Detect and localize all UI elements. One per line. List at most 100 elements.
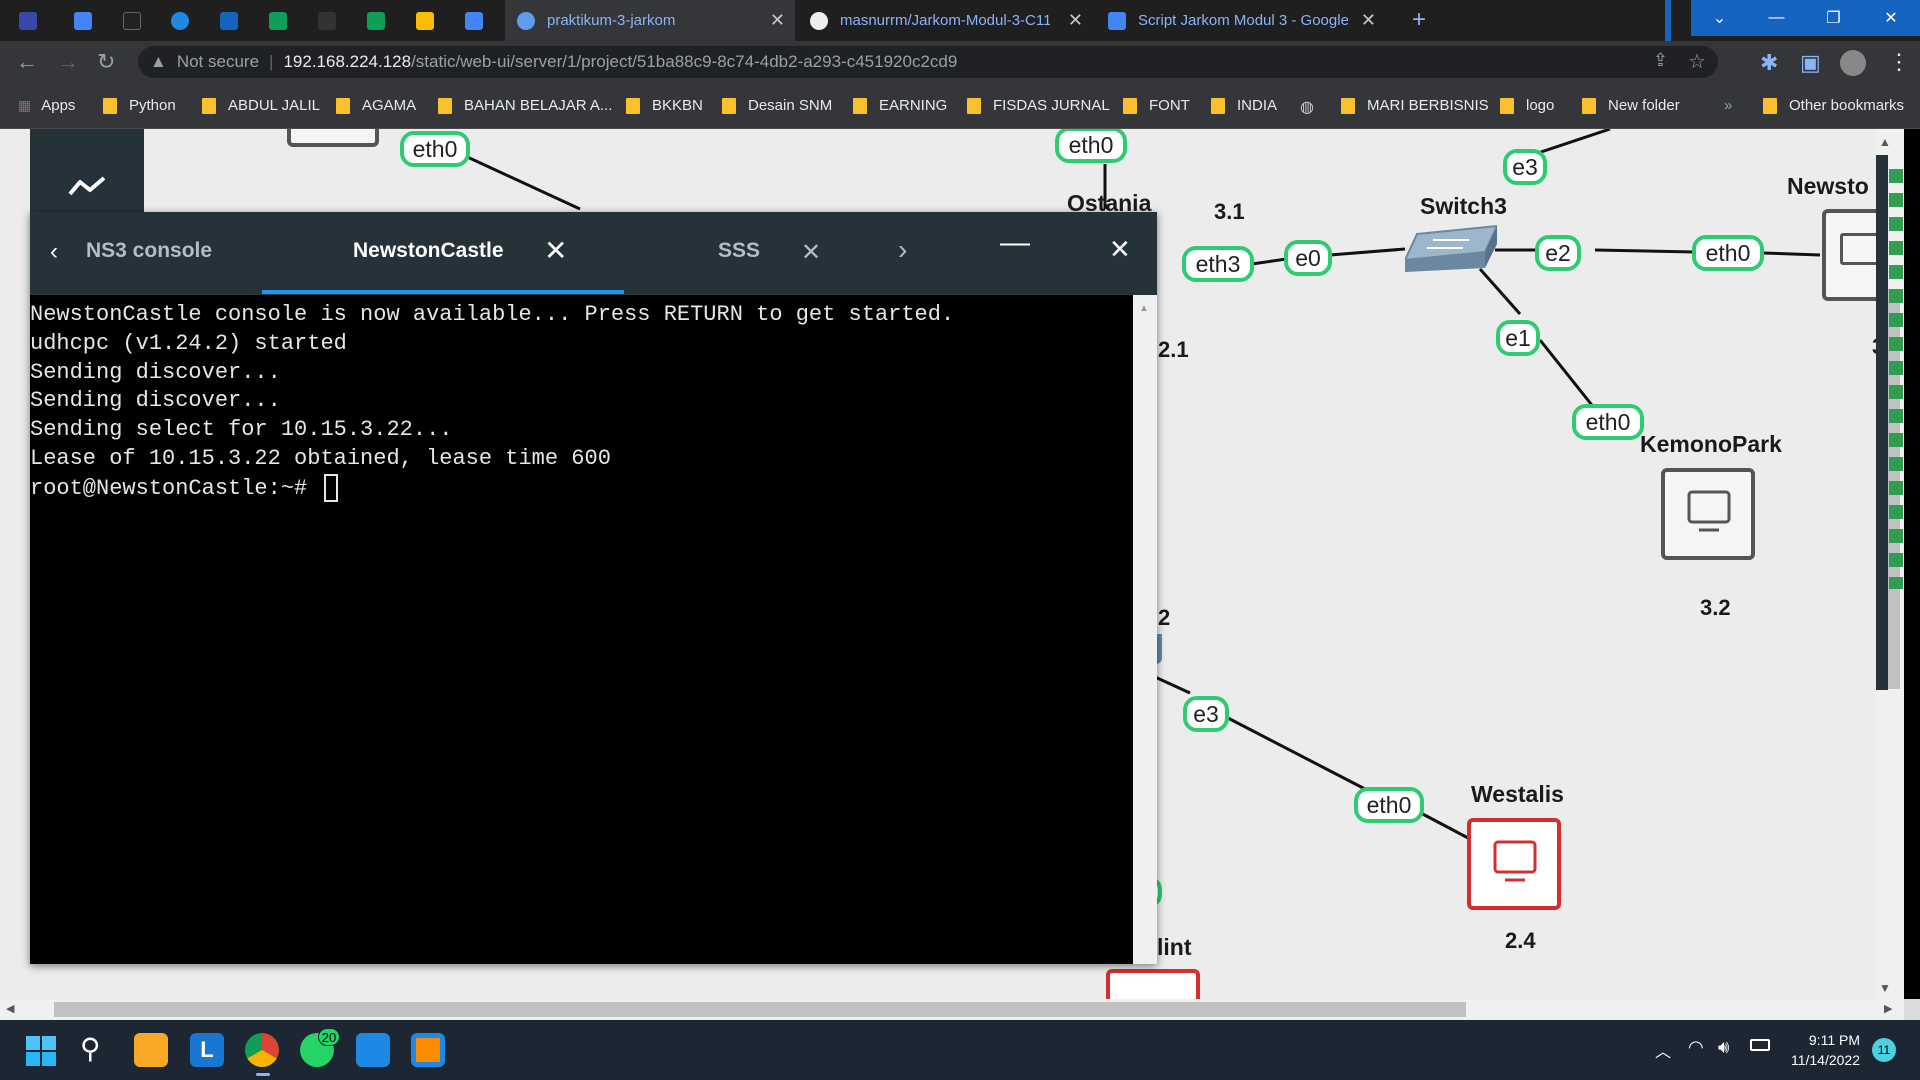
close-icon[interactable]: ✕ bbox=[1068, 10, 1083, 31]
chevron-right-icon[interactable]: › bbox=[898, 234, 907, 266]
bookmark-agama[interactable]: AGAMA bbox=[336, 97, 416, 114]
bookmark-bahan-belajar[interactable]: BAHAN BELAJAR A... bbox=[438, 97, 612, 114]
scrollbar-thumb[interactable] bbox=[54, 1002, 1466, 1017]
tab-github[interactable]: masnurrm/Jarkom-Modul-3-C11 ✕ bbox=[798, 0, 1093, 41]
iface-label[interactable]: eth0 bbox=[1692, 235, 1764, 271]
url-input[interactable]: ▲ Not secure | 192.168.224.128 /static/w… bbox=[138, 46, 1718, 78]
minimize-console-button[interactable]: — bbox=[1000, 226, 1030, 260]
pinned-tab-dots[interactable] bbox=[313, 9, 341, 33]
scroll-right-icon[interactable]: ▶ bbox=[1884, 1002, 1892, 1015]
scroll-left-icon[interactable]: ◀ bbox=[6, 1002, 14, 1015]
bookmark-new-folder[interactable]: New folder bbox=[1582, 97, 1680, 114]
bookmark-other[interactable]: Other bookmarks bbox=[1763, 97, 1904, 114]
iface-label[interactable]: e0 bbox=[1284, 240, 1332, 276]
pinned-tab-keep[interactable] bbox=[411, 9, 439, 33]
vmware-icon[interactable] bbox=[411, 1033, 445, 1067]
iface-label[interactable]: eth0 bbox=[1354, 787, 1424, 823]
windows-start-icon[interactable] bbox=[26, 1036, 56, 1066]
pc-node-kemonopark[interactable] bbox=[1661, 468, 1755, 560]
bookmark-bkkbn[interactable]: BKKBN bbox=[626, 97, 703, 114]
bookmarks-overflow-button[interactable]: » bbox=[1724, 97, 1732, 114]
iface-label[interactable]: eth0 bbox=[1572, 404, 1644, 440]
bookmark-python[interactable]: Python bbox=[103, 97, 176, 114]
back-icon[interactable]: ← bbox=[16, 49, 38, 75]
wifi-icon[interactable]: ◠ bbox=[1688, 1037, 1704, 1058]
bookmark-abdul-jalil[interactable]: ABDUL JALIL bbox=[202, 97, 320, 114]
close-icon[interactable]: ✕ bbox=[544, 234, 567, 267]
iface-label[interactable]: e3 bbox=[1183, 696, 1229, 732]
side-panel-icon[interactable]: ▣ bbox=[1800, 50, 1821, 76]
chrome-icon[interactable] bbox=[245, 1033, 279, 1067]
close-icon[interactable]: ✕ bbox=[1361, 10, 1376, 31]
pinned-tab-trello[interactable] bbox=[215, 9, 243, 33]
bookmark-desain-snm[interactable]: Desain SNM bbox=[722, 97, 832, 114]
pc-node-top-left[interactable] bbox=[287, 129, 379, 147]
bookmark-earning[interactable]: EARNING bbox=[853, 97, 947, 114]
monitor-icon bbox=[1493, 840, 1537, 882]
terminal-scrollbar[interactable]: ▲ bbox=[1133, 295, 1157, 964]
tab-search-button[interactable]: ⌄ bbox=[1691, 0, 1748, 36]
extensions-icon[interactable]: ✱ bbox=[1760, 50, 1778, 76]
pinned-tab-7[interactable] bbox=[118, 9, 146, 33]
star-icon[interactable]: ☆ bbox=[1688, 49, 1706, 74]
tab-praktikum[interactable]: praktikum-3-jarkom ✕ bbox=[505, 0, 795, 41]
pinned-tab-docs[interactable] bbox=[69, 9, 97, 33]
system-clock[interactable]: 9:11 PM 11/14/2022 bbox=[1791, 1030, 1860, 1070]
tab-gns3-console[interactable]: NS3 console bbox=[86, 239, 286, 263]
reload-icon[interactable]: ↻ bbox=[97, 49, 115, 75]
terminal-output[interactable]: NewstonCastle console is now available..… bbox=[30, 295, 1133, 964]
file-explorer-icon[interactable] bbox=[134, 1033, 168, 1067]
link-e0-switch bbox=[1329, 247, 1406, 257]
scroll-down-icon[interactable]: ▼ bbox=[1879, 981, 1891, 995]
pinned-tab-sheets[interactable] bbox=[264, 9, 292, 33]
volume-icon[interactable]: 🔊︎ bbox=[1718, 1037, 1729, 1058]
close-icon[interactable]: ✕ bbox=[770, 10, 785, 31]
notification-center-badge[interactable]: 11 bbox=[1872, 1038, 1896, 1062]
pinned-tab-sheets-2[interactable] bbox=[362, 9, 390, 33]
scroll-up-icon[interactable]: ▲ bbox=[1879, 135, 1891, 149]
scroll-up-icon[interactable]: ▲ bbox=[1139, 303, 1149, 314]
activity-icon[interactable] bbox=[68, 174, 106, 198]
folder-icon bbox=[722, 97, 736, 114]
bookmark-logo[interactable]: logo bbox=[1500, 97, 1554, 114]
iface-label[interactable]: e2 bbox=[1535, 235, 1581, 271]
bookmark-india[interactable]: INDIA bbox=[1211, 97, 1277, 114]
search-icon[interactable]: ⚲ bbox=[80, 1032, 101, 1065]
close-console-button[interactable]: ✕ bbox=[1109, 234, 1131, 265]
terminal-prompt-line[interactable]: root@NewstonCastle:~# bbox=[30, 473, 1133, 504]
minimize-button[interactable]: — bbox=[1748, 0, 1805, 36]
new-tab-button[interactable]: + bbox=[1412, 6, 1426, 34]
switch-icon[interactable] bbox=[1403, 224, 1499, 272]
chevron-up-icon[interactable]: ︿ bbox=[1655, 1038, 1671, 1062]
pinned-tab-cloud[interactable] bbox=[166, 9, 194, 33]
iface-label[interactable]: eth0 bbox=[400, 131, 470, 167]
tab-google-docs[interactable]: Script Jarkom Modul 3 - Google ✕ bbox=[1096, 0, 1386, 41]
avatar[interactable] bbox=[1840, 50, 1866, 76]
vscode-icon[interactable] bbox=[356, 1033, 390, 1067]
l-app-icon[interactable]: L bbox=[190, 1033, 224, 1067]
bookmark-font[interactable]: FONT bbox=[1123, 97, 1190, 114]
close-window-button[interactable]: ✕ bbox=[1862, 0, 1920, 36]
pc-node-westalis[interactable] bbox=[1467, 818, 1561, 910]
pc-node-flint[interactable] bbox=[1106, 969, 1200, 999]
battery-icon[interactable] bbox=[1750, 1039, 1770, 1051]
pinned-tab-1[interactable] bbox=[14, 9, 42, 33]
bookmark-fisdas-jurnal[interactable]: FISDAS JURNAL bbox=[967, 97, 1110, 114]
share-icon[interactable]: ⇪ bbox=[1653, 50, 1668, 71]
bookmark-globe[interactable]: ◍ bbox=[1300, 97, 1314, 117]
chevron-left-icon[interactable]: ‹ bbox=[50, 238, 58, 266]
iface-label[interactable]: eth3 bbox=[1182, 246, 1254, 282]
close-icon[interactable]: ✕ bbox=[801, 238, 821, 267]
tab-sss[interactable]: SSS bbox=[718, 239, 760, 263]
forward-icon[interactable]: → bbox=[57, 49, 79, 75]
pinned-tab-docs-2[interactable] bbox=[460, 9, 488, 33]
menu-icon[interactable]: ⋮ bbox=[1888, 49, 1910, 75]
iface-label[interactable]: eth0 bbox=[1055, 129, 1127, 163]
tab-newstoncastle[interactable]: NewstonCastle bbox=[353, 239, 504, 263]
bookmark-mari-berbisnis[interactable]: MARI BERBISNIS bbox=[1341, 97, 1489, 114]
iface-label[interactable]: e3 bbox=[1503, 149, 1547, 185]
horizontal-scrollbar[interactable]: ◀ ▶ bbox=[0, 999, 1904, 1020]
bookmark-apps[interactable]: ▦ Apps bbox=[18, 97, 75, 114]
restore-button[interactable]: ❐ bbox=[1805, 0, 1862, 36]
iface-label[interactable]: e1 bbox=[1496, 320, 1540, 356]
